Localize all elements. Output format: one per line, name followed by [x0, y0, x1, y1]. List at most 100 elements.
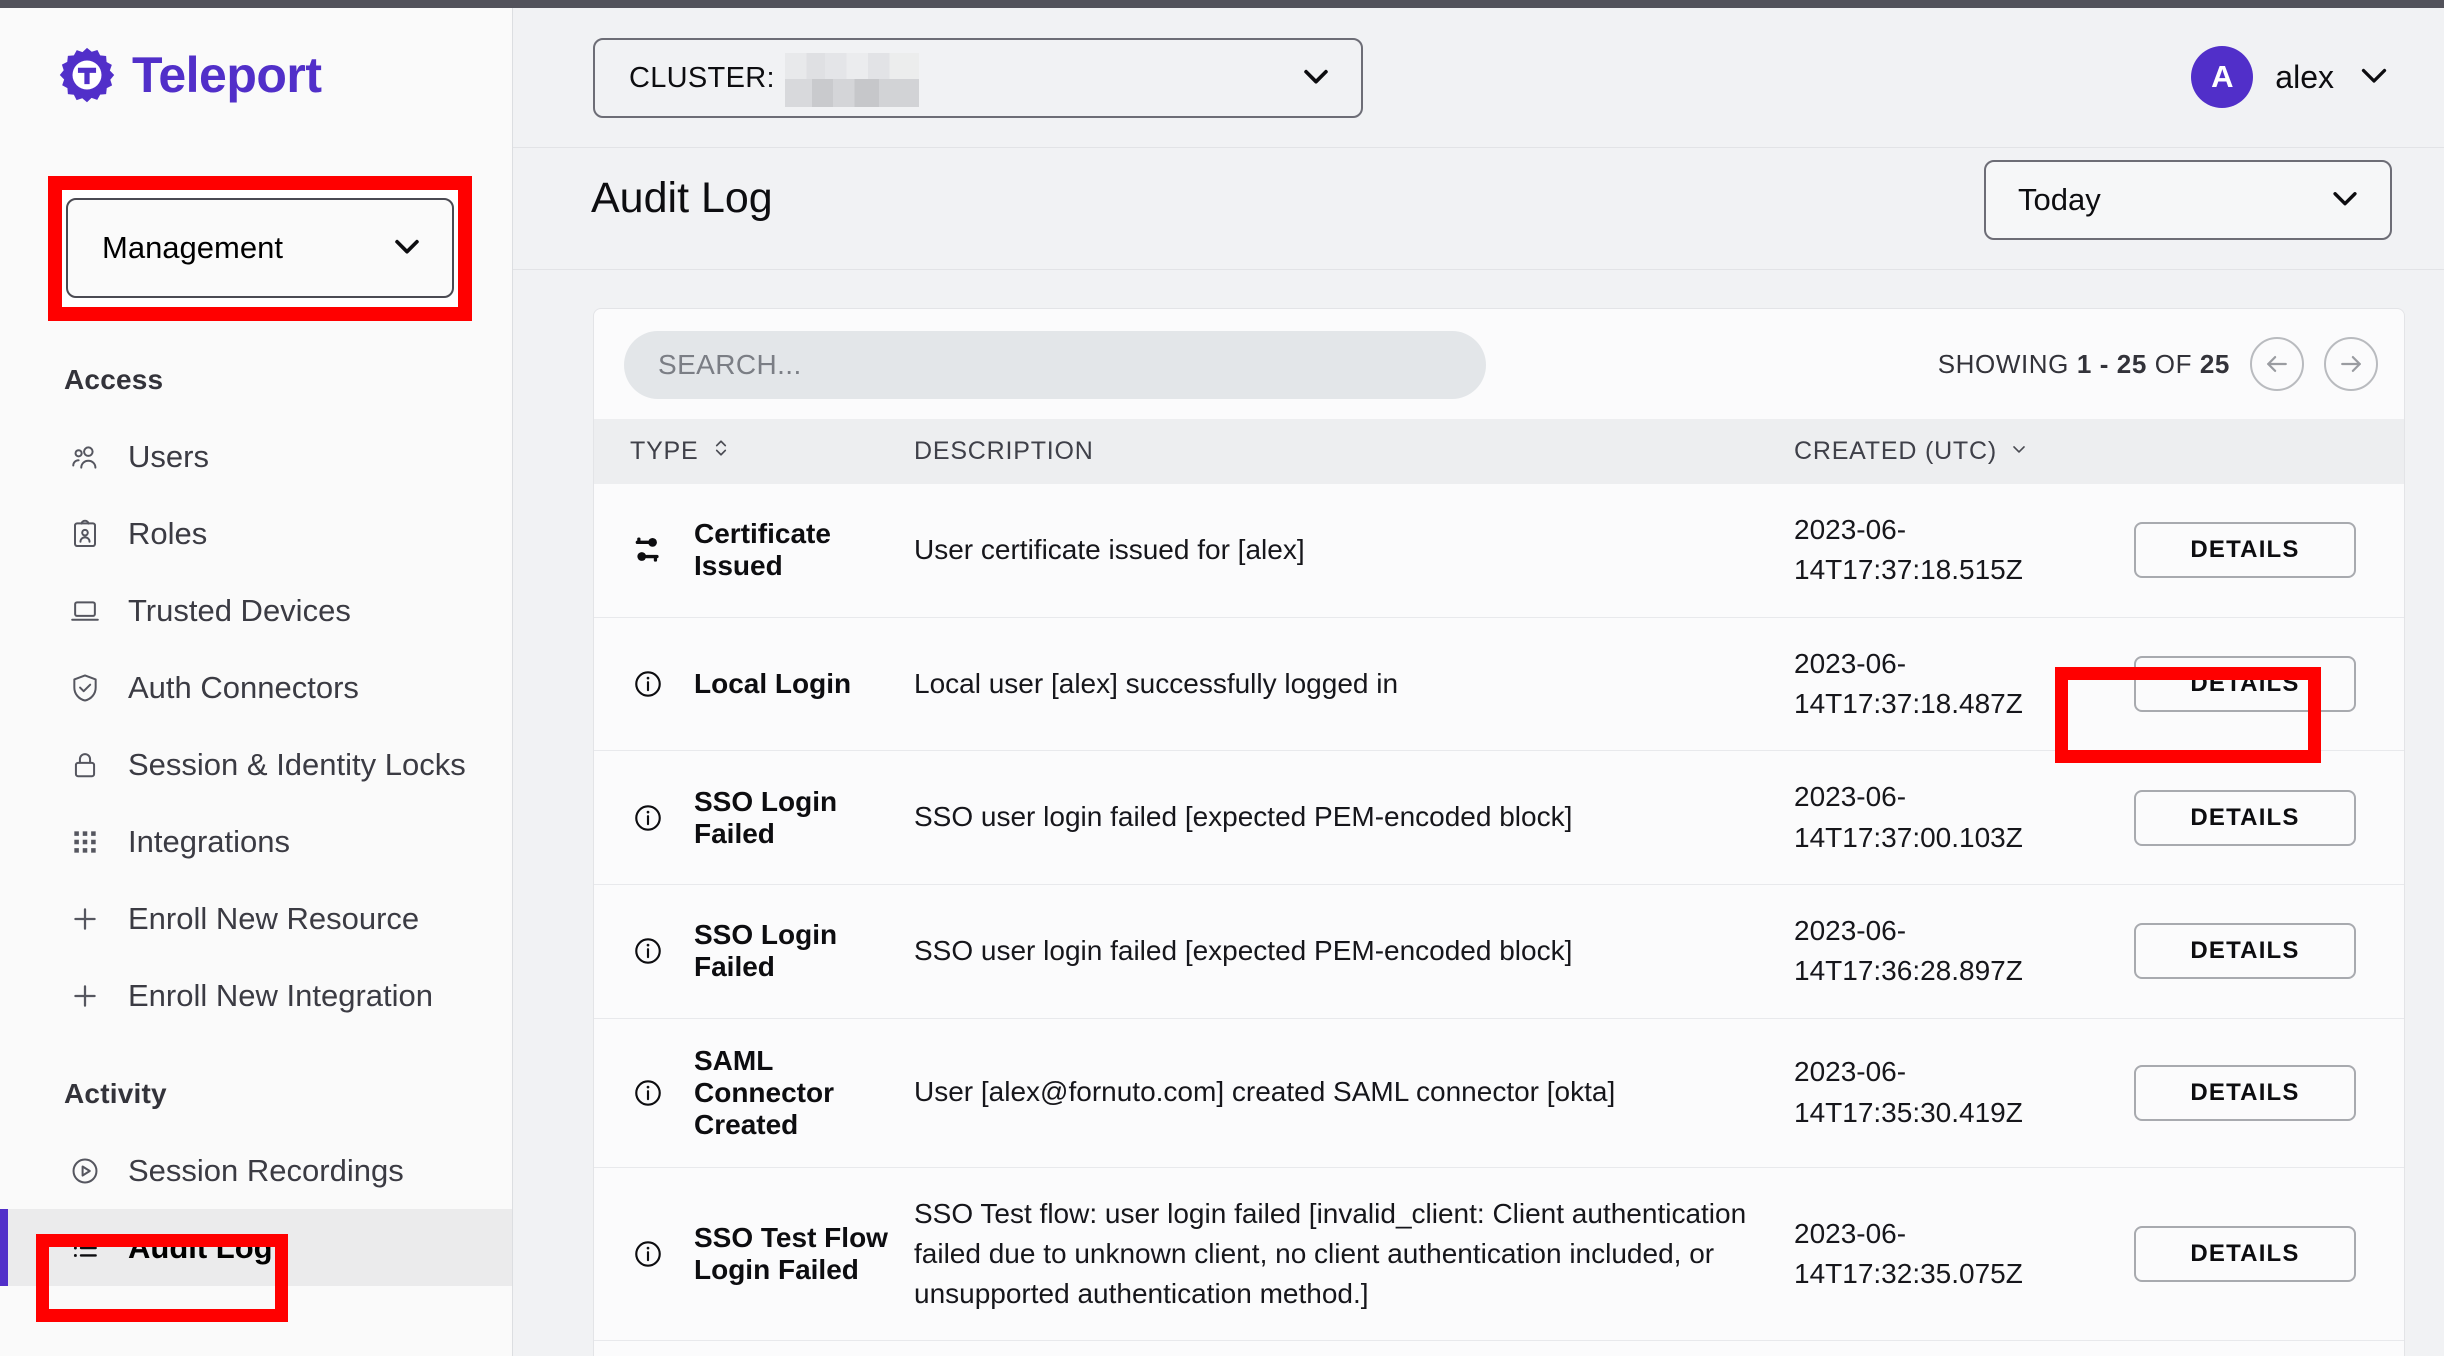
details-button[interactable]: DETAILS: [2134, 522, 2356, 578]
sidebar-item-users[interactable]: Users: [0, 418, 512, 495]
sidebar-item-label: Session & Identity Locks: [128, 747, 466, 783]
row-created: 2023-06-14T17:32:35.075Z: [1794, 1167, 2134, 1341]
sidebar-item-label: Enroll New Integration: [128, 978, 433, 1014]
sidebar-item-roles[interactable]: Roles: [0, 495, 512, 572]
row-type-label: SSO Login Failed: [694, 786, 914, 850]
time-range-filter[interactable]: Today: [1984, 160, 2392, 240]
sidebar-item-enroll-new-integration[interactable]: Enroll New Integration: [0, 957, 512, 1034]
column-header-actions: [2134, 419, 2405, 484]
sidebar-item-integrations[interactable]: Integrations: [0, 803, 512, 880]
sidebar-item-trusted-devices[interactable]: Trusted Devices: [0, 572, 512, 649]
cluster-value-redacted: [785, 53, 919, 107]
row-description: User certificate issued for [alex]: [914, 484, 1794, 617]
list-icon: [68, 1231, 102, 1265]
chevron-down-icon: [2328, 181, 2362, 220]
sidebar-nav: Access Users Roles Trusted Devices: [0, 338, 512, 1286]
page-title: Audit Log: [591, 174, 773, 223]
window-top-strip: [0, 0, 2444, 8]
row-actions: DETAILS: [2134, 484, 2405, 617]
row-created: 2023-06-14T17:31:25.951Z: [1794, 1341, 2134, 1356]
sidebar-item-label: Trusted Devices: [128, 593, 351, 629]
shield-check-icon: [68, 671, 102, 705]
main-content: CLUSTER: A alex Audit Log Today: [513, 8, 2444, 1356]
sidebar-item-label: Auth Connectors: [128, 670, 359, 706]
info-circle-icon: [630, 1075, 666, 1111]
laptop-icon: [68, 594, 102, 628]
management-scope-label: Management: [102, 230, 283, 266]
chevron-down-icon: [390, 229, 424, 268]
sidebar-item-auth-connectors[interactable]: Auth Connectors: [0, 649, 512, 726]
row-description: SSO Test flow: user login failed [invali…: [914, 1167, 1794, 1341]
row-created: 2023-06-14T17:36:28.897Z: [1794, 884, 2134, 1018]
sidebar-item-session-recordings[interactable]: Session Recordings: [0, 1132, 512, 1209]
row-actions: DETAILS: [2134, 1167, 2405, 1341]
row-type-cell: SSO Login Failed: [594, 884, 914, 1018]
time-range-value: Today: [2018, 182, 2101, 218]
sidebar-section-access: Access: [0, 338, 512, 418]
table-header-row: TYPE DESCRIPTION CREATED (UTC): [594, 419, 2405, 484]
column-label: DESCRIPTION: [914, 437, 1094, 466]
brand-logo[interactable]: Teleport: [0, 8, 512, 104]
row-type-cell: SSO Test Flow Login Failed: [594, 1341, 914, 1356]
users-icon: [68, 440, 102, 474]
page-header: Audit Log Today: [513, 148, 2444, 270]
details-button[interactable]: DETAILS: [2134, 656, 2356, 712]
pagination: SHOWING 1 - 25 OF 25: [1938, 337, 2378, 391]
details-button[interactable]: DETAILS: [2134, 1226, 2356, 1282]
row-description: Local user [alex] successfully logged in: [914, 617, 1794, 751]
info-circle-icon: [630, 933, 666, 969]
cluster-label: CLUSTER:: [629, 62, 775, 95]
sidebar-item-label: Enroll New Resource: [128, 901, 419, 937]
info-circle-icon: [630, 1236, 666, 1272]
row-description: User [alex@fornuto.com] created SAML con…: [914, 1018, 1794, 1167]
table-toolbar: SHOWING 1 - 25 OF 25: [594, 309, 2404, 419]
column-header-type[interactable]: TYPE: [594, 419, 914, 484]
table-row: Local Login Local user [alex] successful…: [594, 617, 2405, 751]
plus-icon: [68, 979, 102, 1013]
table-row: SSO Login Failed SSO user login failed […: [594, 884, 2405, 1018]
table-head: TYPE DESCRIPTION CREATED (UTC): [594, 419, 2405, 484]
row-type-cell: SAML Connector Created: [594, 1018, 914, 1167]
sidebar-item-label: Users: [128, 439, 209, 475]
sidebar: Teleport Management Access Users: [0, 8, 513, 1356]
pagination-summary: SHOWING 1 - 25 OF 25: [1938, 349, 2230, 380]
arrow-left-circle-icon[interactable]: [2250, 337, 2304, 391]
audit-log-card: SHOWING 1 - 25 OF 25 TYPE: [593, 308, 2405, 1356]
search-input[interactable]: [624, 331, 1486, 399]
avatar: A: [2191, 46, 2253, 108]
keys-icon: [630, 532, 666, 568]
details-button[interactable]: DETAILS: [2134, 1065, 2356, 1121]
user-menu[interactable]: A alex: [2191, 34, 2392, 120]
teleport-gear-logo-icon: [58, 46, 116, 104]
column-header-description: DESCRIPTION: [914, 419, 1794, 484]
row-actions: DETAILS: [2134, 751, 2405, 885]
grid-dots-icon: [68, 825, 102, 859]
brand-name: Teleport: [132, 46, 322, 104]
row-actions: DETAILS: [2134, 617, 2405, 751]
sidebar-item-audit-log[interactable]: Audit Log: [0, 1209, 512, 1286]
row-type-cell: Certificate Issued: [594, 484, 914, 617]
details-button[interactable]: DETAILS: [2134, 923, 2356, 979]
cluster-selector[interactable]: CLUSTER:: [593, 38, 1363, 118]
sidebar-item-enroll-new-resource[interactable]: Enroll New Resource: [0, 880, 512, 957]
row-type-label: SSO Test Flow Login Failed: [694, 1222, 914, 1286]
row-type-cell: Local Login: [594, 617, 914, 751]
info-circle-icon: [630, 666, 666, 702]
row-actions: DETAILS: [2134, 1018, 2405, 1167]
row-description: SSO user login failed [expected PEM-enco…: [914, 751, 1794, 885]
column-label: TYPE: [630, 437, 699, 466]
arrow-right-circle-icon[interactable]: [2324, 337, 2378, 391]
sidebar-item-session-identity-locks[interactable]: Session & Identity Locks: [0, 726, 512, 803]
management-scope-selector[interactable]: Management: [66, 198, 454, 298]
plus-icon: [68, 902, 102, 936]
table-body: Certificate Issued User certificate issu…: [594, 484, 2405, 1356]
audit-log-table: TYPE DESCRIPTION CREATED (UTC): [594, 419, 2405, 1356]
table-row: Certificate Issued User certificate issu…: [594, 484, 2405, 617]
chevron-down-icon: [2009, 437, 2029, 466]
column-header-created[interactable]: CREATED (UTC): [1794, 419, 2134, 484]
details-button[interactable]: DETAILS: [2134, 790, 2356, 846]
clipboard-user-icon: [68, 517, 102, 551]
row-type-label: SAML Connector Created: [694, 1045, 914, 1141]
row-type-label: Local Login: [694, 668, 851, 700]
sidebar-item-label: Session Recordings: [128, 1153, 404, 1189]
